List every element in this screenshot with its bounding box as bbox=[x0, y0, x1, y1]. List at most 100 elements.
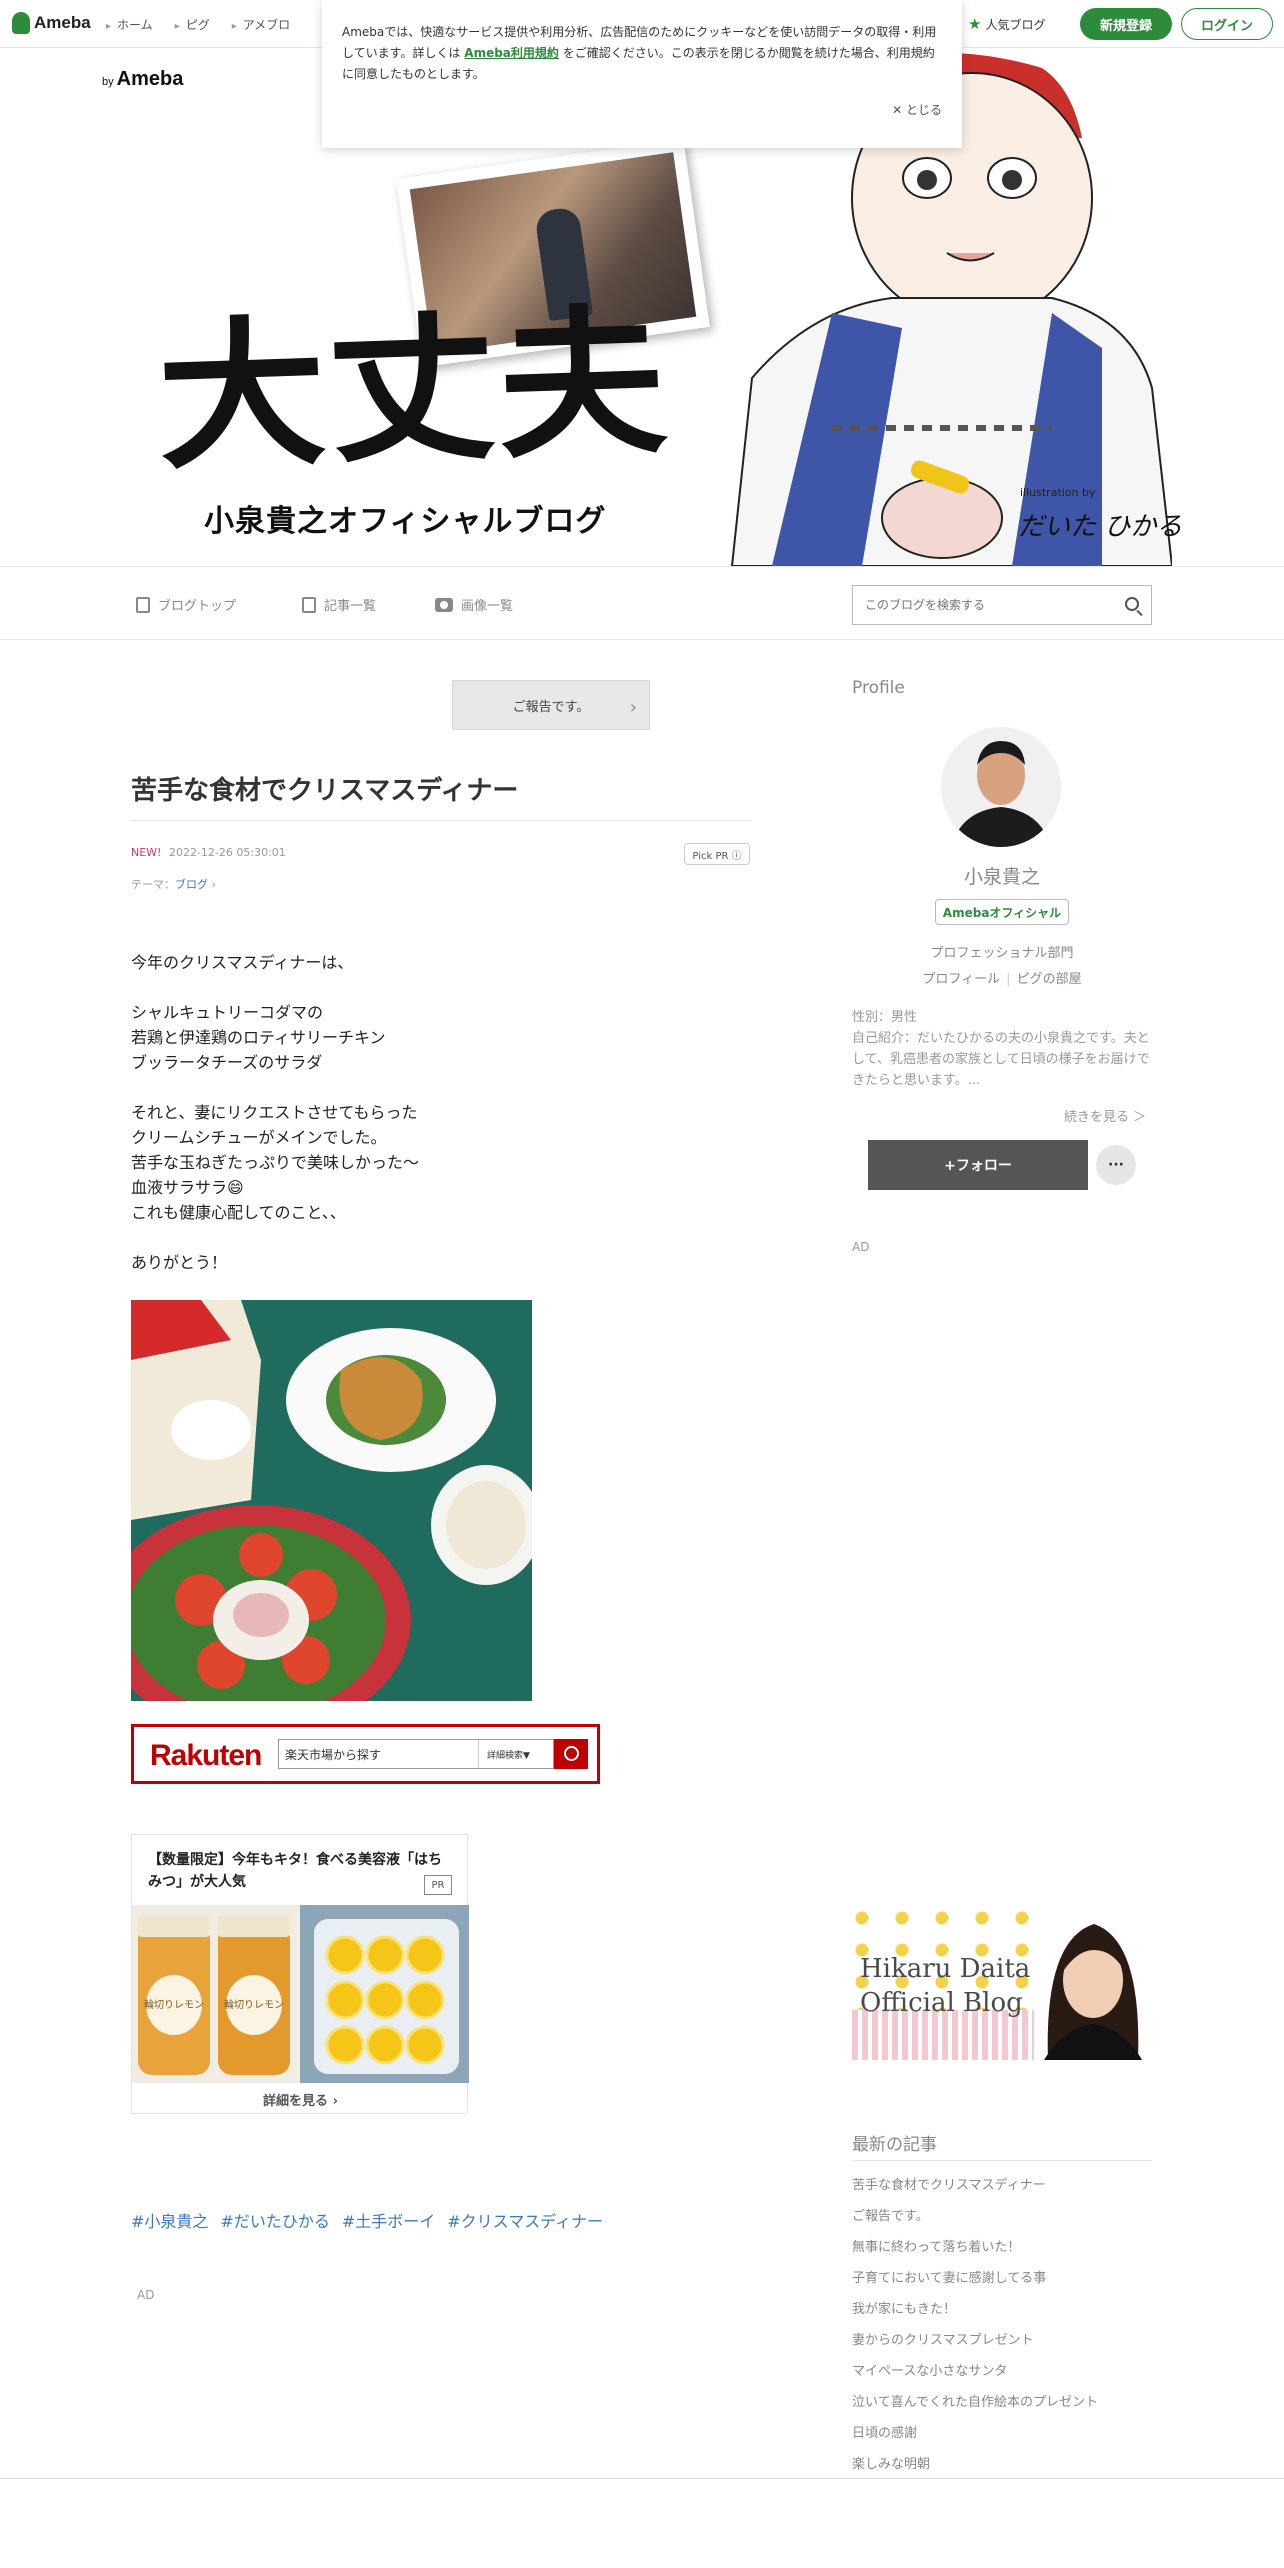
nav-pigg-link[interactable]: ピグ bbox=[175, 16, 210, 33]
dinner-photo[interactable] bbox=[131, 1300, 532, 1701]
by-ameba-logo: by Ameba bbox=[102, 68, 183, 91]
hashtag-list: #小泉貴之 #だいたひかる #土手ボーイ #クリスマスディナー bbox=[131, 2208, 603, 2232]
latest-item[interactable]: 子育てにおいて妻に感謝してる事 bbox=[852, 2263, 1152, 2294]
ad-more-link[interactable]: 詳細を見る › bbox=[132, 2090, 469, 2109]
ad-images: 輪切りレモン 輪切りレモン bbox=[132, 1905, 469, 2083]
search-icon[interactable] bbox=[1125, 597, 1139, 611]
hashtag-link[interactable]: #小泉貴之 bbox=[131, 2208, 208, 2232]
cookie-close-label: とじる bbox=[905, 103, 942, 117]
terms-link[interactable]: Ameba利用規約 bbox=[464, 46, 559, 60]
rakuten-search-button[interactable] bbox=[554, 1739, 588, 1769]
title-divider bbox=[131, 820, 751, 821]
latest-heading: 最新の記事 bbox=[852, 2135, 937, 2155]
theme-label: テーマ： bbox=[131, 878, 175, 891]
signup-button[interactable]: 新規登録 bbox=[1080, 8, 1172, 40]
latest-item[interactable]: 泣いて喜んでくれた自作絵本のプレゼント bbox=[852, 2387, 1152, 2418]
prev-entry-button[interactable]: ご報告です。 › bbox=[452, 680, 650, 730]
nav-ameblo-link[interactable]: アメブロ bbox=[232, 16, 290, 33]
official-badge: Amebaオフィシャル bbox=[935, 899, 1069, 925]
pr-ad-card[interactable]: 【数量限定】今年もキタ！食べる美容液「はちみつ」が大人気 PR 輪切りレモン 輪… bbox=[131, 1834, 469, 2114]
pick-pr-button[interactable]: Pick PR ⓘ bbox=[684, 843, 750, 865]
body-line: 苦手な玉ねぎたっぷりで美味しかった〜 bbox=[131, 1153, 420, 1172]
blog-nav: ブログトップ 記事一覧 画像一覧 bbox=[0, 566, 1284, 640]
star-icon: ★ bbox=[968, 15, 982, 33]
profile-heading: Profile bbox=[852, 678, 905, 698]
body-line: これも健康心配してのこと、、 bbox=[131, 1203, 346, 1222]
dinner-photo-image bbox=[131, 1300, 532, 1701]
profile-intro: 自己紹介：だいたひかるの夫の小泉貴之です。夫として、乳癌患者の家族として日頃の様… bbox=[852, 1031, 1150, 1088]
latest-item[interactable]: 楽しみな明朝 bbox=[852, 2449, 1152, 2480]
ameba-logo-text: Ameba bbox=[34, 13, 91, 32]
avatar[interactable] bbox=[941, 727, 1061, 847]
profile-link[interactable]: プロフィール bbox=[922, 972, 1000, 987]
banner-line-2: Official Blog bbox=[860, 1988, 1023, 2018]
blog-search-input[interactable] bbox=[853, 586, 1103, 624]
latest-item[interactable]: 苦手な食材でクリスマスディナー bbox=[852, 2170, 1152, 2201]
theme-link[interactable]: ブログ bbox=[175, 878, 208, 891]
body-line: 若鶏と伊達鶏のロティサリーチキン bbox=[131, 1028, 386, 1047]
latest-item[interactable]: 無事に終わって落ち着いた！ bbox=[852, 2232, 1152, 2263]
prev-entry-label: ご報告です。 bbox=[512, 699, 590, 715]
rakuten-detail-search[interactable]: 詳細検索▼ bbox=[478, 1740, 538, 1768]
ad-more-label: 詳細を見る bbox=[263, 2094, 329, 2109]
illustration-credit: illustration by bbox=[1020, 486, 1096, 499]
global-nav-links: ホーム ピグ アメブロ bbox=[106, 16, 290, 33]
blog-top-label: ブログトップ bbox=[158, 599, 237, 614]
banner-line-1: Hikaru Daita bbox=[860, 1954, 1031, 1984]
entry-title[interactable]: 苦手な食材でクリスマスディナー bbox=[131, 770, 518, 807]
login-button[interactable]: ログイン bbox=[1181, 8, 1273, 40]
pigg-room-link[interactable]: ピグの部屋 bbox=[1017, 972, 1082, 987]
hikaru-daita-banner[interactable]: Hikaru Daita Official Blog bbox=[852, 1910, 1152, 2060]
read-more-link[interactable]: 続きを見る ＞ bbox=[1064, 1106, 1146, 1125]
jar-label: 輪切りレモン bbox=[144, 1998, 204, 2011]
latest-item[interactable]: マイペースな小さなサンタ bbox=[852, 2356, 1152, 2387]
banner-portrait bbox=[1034, 1910, 1152, 2060]
avatar-image bbox=[941, 727, 1061, 847]
ad-title: 【数量限定】今年もキタ！食べる美容液「はちみつ」が大人気 bbox=[148, 1852, 442, 1890]
blog-search bbox=[852, 585, 1152, 625]
illustrator-signature: だいた ひかる bbox=[1018, 512, 1183, 542]
latest-item[interactable]: 妻からのクリスマスプレゼント bbox=[852, 2325, 1152, 2356]
header-title: 大丈夫 bbox=[154, 287, 672, 492]
by-label: by bbox=[102, 76, 114, 88]
entry-body: 今年のクリスマスディナーは、 シャルキュトリーコダマの 若鶏と伊達鶏のロティサリ… bbox=[131, 950, 419, 1275]
rakuten-logo[interactable]: Rakuten bbox=[150, 1739, 262, 1773]
follow-button[interactable]: +フォロー bbox=[868, 1140, 1088, 1190]
latest-divider bbox=[852, 2160, 1152, 2161]
latest-item[interactable]: 日頃の感謝 bbox=[852, 2418, 1152, 2449]
ad-label: AD bbox=[137, 2288, 155, 2302]
more-options-button[interactable]: ··· bbox=[1096, 1145, 1136, 1185]
body-line: ありがとう！ bbox=[131, 1253, 228, 1272]
jar-label: 輪切りレモン bbox=[224, 1998, 284, 2011]
profile-name[interactable]: 小泉貴之 bbox=[852, 862, 1152, 889]
popular-blogs-label: 人気ブログ bbox=[985, 17, 1046, 32]
image-list-link[interactable]: 画像一覧 bbox=[435, 595, 513, 614]
hashtag-link[interactable]: #クリスマスディナー bbox=[447, 2208, 603, 2232]
profile-category[interactable]: プロフェッショナル部門 bbox=[852, 942, 1152, 961]
profile-links: プロフィール | ピグの部屋 bbox=[922, 972, 1082, 987]
entry-date: 2022-12-26 05:30:01 bbox=[168, 846, 286, 859]
body-line: シャルキュトリーコダマの bbox=[131, 1003, 324, 1022]
footer-divider bbox=[0, 2478, 1284, 2479]
cookie-close-button[interactable]: ✕ とじる bbox=[892, 100, 942, 121]
hashtag-link[interactable]: #だいたひかる bbox=[220, 2208, 329, 2232]
blog-top-link[interactable]: ブログトップ bbox=[136, 595, 236, 614]
cookie-banner: Amebaでは、快適なサービス提供や利用分析、広告配信のためにクッキーなどを使い… bbox=[322, 0, 962, 148]
nav-home-link[interactable]: ホーム bbox=[106, 16, 153, 33]
close-icon: ✕ bbox=[892, 103, 903, 117]
header-subtitle: 小泉貴之オフィシャルブログ bbox=[204, 504, 607, 539]
entry-list-link[interactable]: 記事一覧 bbox=[302, 595, 376, 614]
entry-list-label: 記事一覧 bbox=[324, 599, 377, 614]
latest-item[interactable]: ご報告です。 bbox=[852, 2201, 1152, 2232]
copy-icon bbox=[302, 596, 316, 613]
latest-item[interactable]: 我が家にもきた！ bbox=[852, 2294, 1152, 2325]
pr-badge: PR bbox=[424, 1875, 452, 1895]
ameba-logo[interactable]: Ameba bbox=[12, 12, 91, 34]
profile-description: 性別：男性 自己紹介：だいたひかるの夫の小泉貴之です。夫として、乳癌患者の家族と… bbox=[852, 1007, 1152, 1091]
camera-icon bbox=[435, 597, 453, 612]
popular-blogs-link[interactable]: ★ 人気ブログ bbox=[968, 15, 1045, 33]
ameba-mark-icon bbox=[12, 12, 30, 34]
body-line: 今年のクリスマスディナーは、 bbox=[131, 953, 354, 972]
hashtag-link[interactable]: #土手ボーイ bbox=[342, 2208, 435, 2232]
body-line: ブッラータチーズのサラダ bbox=[131, 1053, 323, 1072]
